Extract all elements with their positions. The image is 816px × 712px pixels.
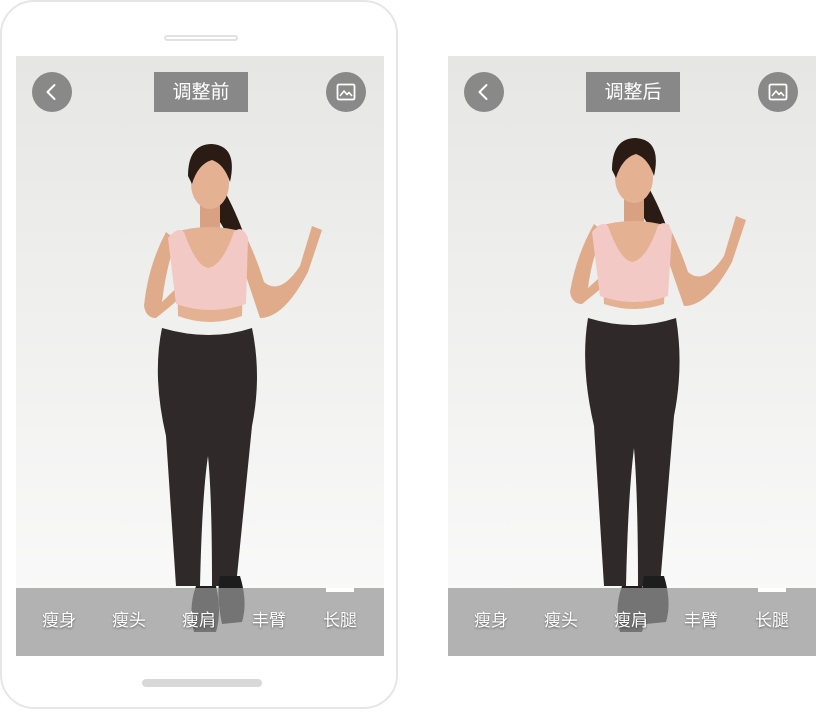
page-title-after: 调整后 — [586, 72, 680, 112]
tool-slim-body[interactable]: 瘦身 — [461, 608, 521, 634]
tool-slim-shoulder[interactable]: 瘦肩 — [169, 608, 229, 634]
model-photo-after — [570, 138, 746, 632]
phone-speaker — [164, 35, 238, 41]
after-screen: 调整后 瘦身 瘦头 瘦肩 丰臂 长腿 — [448, 56, 816, 656]
back-button[interactable] — [32, 72, 72, 112]
tool-bar: 瘦身 瘦头 瘦肩 丰臂 长腿 — [448, 588, 816, 656]
tool-full-arm[interactable]: 丰臂 — [239, 608, 299, 634]
tool-slim-shoulder[interactable]: 瘦肩 — [601, 608, 661, 634]
chevron-left-icon — [46, 84, 56, 100]
gallery-button[interactable] — [326, 72, 366, 112]
tool-slim-head[interactable]: 瘦头 — [99, 608, 159, 634]
model-photo-before — [144, 144, 322, 632]
before-screen: 调整前 瘦身 瘦头 瘦肩 丰臂 长腿 — [16, 56, 384, 656]
tool-long-leg[interactable]: 长腿 — [742, 608, 802, 634]
active-tool-indicator — [758, 588, 786, 592]
phone-home-bar — [142, 679, 262, 687]
tool-bar: 瘦身 瘦头 瘦肩 丰臂 长腿 — [16, 588, 384, 656]
active-tool-indicator — [326, 588, 354, 592]
back-button[interactable] — [464, 72, 504, 112]
page-title-before: 调整前 — [154, 72, 248, 112]
tool-full-arm[interactable]: 丰臂 — [671, 608, 731, 634]
tool-slim-head[interactable]: 瘦头 — [531, 608, 591, 634]
gallery-button[interactable] — [758, 72, 798, 112]
chevron-left-icon — [478, 84, 488, 100]
image-icon — [336, 83, 356, 101]
tool-long-leg[interactable]: 长腿 — [310, 608, 370, 634]
image-icon — [768, 83, 788, 101]
tool-slim-body[interactable]: 瘦身 — [29, 608, 89, 634]
